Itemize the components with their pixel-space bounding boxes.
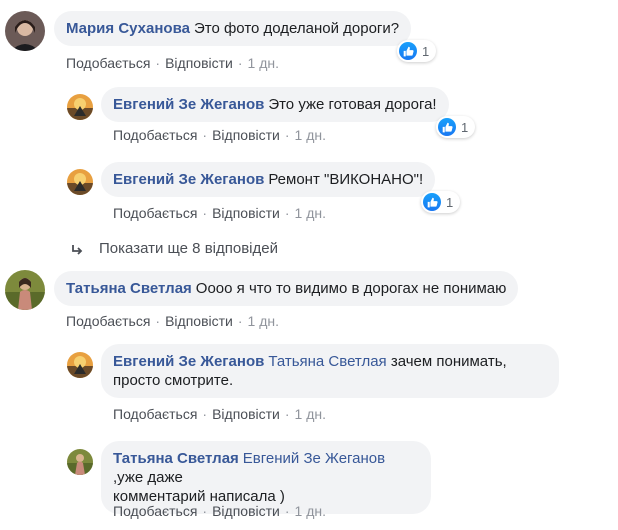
reply-link[interactable]: Відповісти — [212, 127, 280, 143]
mention-link[interactable]: Евгений Зе Жеганов — [243, 450, 385, 467]
like-link[interactable]: Подобається — [66, 313, 150, 329]
comment-actions: Подобається · Відповісти · 1 дн. — [113, 127, 326, 143]
comment-text: Оооо я что то видимо в дорогах не понима… — [195, 280, 507, 297]
reply-link[interactable]: Відповісти — [212, 406, 280, 422]
comment-text-line-2: просто смотрите. — [113, 372, 234, 389]
comment-bubble: Мария Суханова Это фото доделаной дороги? — [54, 11, 412, 46]
comment-actions: Подобається · Відповісти · 1 дн. — [66, 313, 279, 329]
timestamp[interactable]: 1 дн. — [248, 313, 279, 329]
comment-text: Это фото доделаной дороги? — [193, 20, 400, 37]
avatar-evgeniy[interactable] — [67, 169, 93, 195]
comment-actions: Подобається · Відповісти · 1 дн. — [66, 55, 279, 71]
reply-arrow-icon — [71, 243, 83, 255]
show-more-replies-link[interactable]: Показати ще 8 відповідей — [71, 240, 278, 257]
comment-bubble: Татьяна Светлая Оооо я что то видимо в до… — [54, 271, 519, 306]
like-icon — [438, 118, 456, 136]
separator: · — [284, 406, 290, 422]
comment-bubble: Евгений Зе Жеганов Это уже готовая дорога… — [101, 87, 449, 122]
reaction-number: 1 — [446, 194, 454, 210]
comment-text: зачем понимать, — [390, 353, 507, 370]
comment-line-1: Татьяна Светлая Евгений Зе Жеганов ,уже д… — [113, 449, 419, 487]
separator: · — [202, 205, 208, 221]
comment-line-1: Евгений Зе Жеганов Татьяна Светлая зачем … — [113, 352, 547, 371]
comment-bubble: Евгений Зе Жеганов Ремонт "ВИКОНАНО"! — [101, 162, 436, 197]
reaction-count[interactable]: 1 — [397, 40, 437, 62]
timestamp[interactable]: 1 дн. — [248, 55, 279, 71]
separator: · — [155, 313, 161, 329]
separator: · — [202, 406, 208, 422]
avatar-tatyana[interactable] — [5, 270, 45, 310]
comment-author[interactable]: Евгений Зе Жеганов — [113, 96, 264, 113]
comment-author[interactable]: Евгений Зе Жеганов — [113, 353, 264, 370]
comment-author[interactable]: Татьяна Светлая — [66, 280, 192, 297]
reaction-count[interactable]: 1 — [436, 116, 476, 138]
comment-author[interactable]: Мария Суханова — [66, 20, 190, 37]
comment-text: ,уже даже — [113, 469, 183, 486]
like-link[interactable]: Подобається — [113, 127, 197, 143]
comment-author[interactable]: Татьяна Светлая — [113, 450, 239, 467]
separator: · — [284, 127, 290, 143]
comment-actions: Подобається · Відповісти · 1 дн. — [113, 503, 326, 519]
like-icon — [423, 193, 441, 211]
separator: · — [237, 55, 243, 71]
timestamp[interactable]: 1 дн. — [295, 406, 326, 422]
avatar-maria[interactable] — [5, 11, 45, 51]
comment-actions: Подобається · Відповісти · 1 дн. — [113, 406, 326, 422]
like-link[interactable]: Подобається — [113, 503, 197, 519]
reply-link[interactable]: Відповісти — [212, 503, 280, 519]
reply-link[interactable]: Відповісти — [165, 55, 233, 71]
timestamp[interactable]: 1 дн. — [295, 503, 326, 519]
comment-text: Ремонт "ВИКОНАНО"! — [268, 171, 424, 188]
separator: · — [237, 313, 243, 329]
mention-link[interactable]: Татьяна Светлая — [268, 353, 386, 370]
separator: · — [155, 55, 161, 71]
separator: · — [284, 503, 290, 519]
like-link[interactable]: Подобається — [66, 55, 150, 71]
separator: · — [202, 503, 208, 519]
timestamp[interactable]: 1 дн. — [295, 205, 326, 221]
comment-author[interactable]: Евгений Зе Жеганов — [113, 171, 264, 188]
like-link[interactable]: Подобається — [113, 205, 197, 221]
show-more-replies-label: Показати ще 8 відповідей — [99, 240, 278, 257]
reaction-number: 1 — [461, 119, 469, 135]
separator: · — [284, 205, 290, 221]
reaction-number: 1 — [422, 43, 430, 59]
comment-text: Это уже готовая дорога! — [268, 96, 437, 113]
timestamp[interactable]: 1 дн. — [295, 127, 326, 143]
reaction-count[interactable]: 1 — [421, 191, 461, 213]
reply-link[interactable]: Відповісти — [212, 205, 280, 221]
avatar-tatyana[interactable] — [67, 449, 93, 475]
like-link[interactable]: Подобається — [113, 406, 197, 422]
avatar-evgeniy[interactable] — [67, 352, 93, 378]
separator: · — [202, 127, 208, 143]
avatar-evgeniy[interactable] — [67, 94, 93, 120]
comment-actions: Подобається · Відповісти · 1 дн. — [113, 205, 326, 221]
comment-bubble: Евгений Зе Жеганов Татьяна Светлая зачем … — [101, 344, 559, 398]
like-icon — [399, 42, 417, 60]
reply-link[interactable]: Відповісти — [165, 313, 233, 329]
